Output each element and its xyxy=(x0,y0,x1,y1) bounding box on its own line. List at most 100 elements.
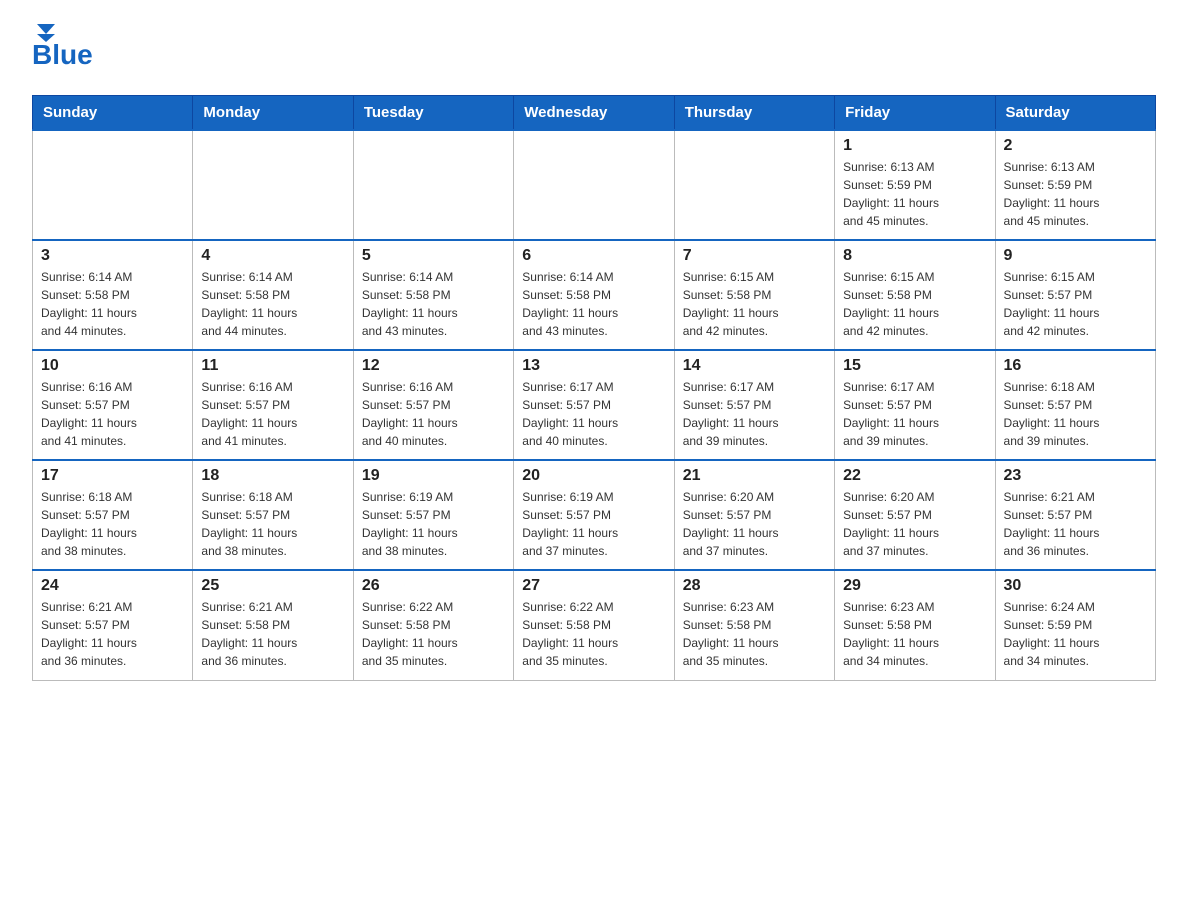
day-number: 17 xyxy=(41,467,184,485)
day-info: Sunrise: 6:15 AM Sunset: 5:58 PM Dayligh… xyxy=(683,270,779,338)
day-info: Sunrise: 6:19 AM Sunset: 5:57 PM Dayligh… xyxy=(362,490,458,558)
day-info: Sunrise: 6:20 AM Sunset: 5:57 PM Dayligh… xyxy=(683,490,779,558)
calendar-cell xyxy=(193,130,353,240)
day-number: 25 xyxy=(201,577,344,595)
day-info: Sunrise: 6:17 AM Sunset: 5:57 PM Dayligh… xyxy=(683,380,779,448)
day-info: Sunrise: 6:24 AM Sunset: 5:59 PM Dayligh… xyxy=(1004,600,1100,668)
calendar-cell xyxy=(33,130,193,240)
day-number: 10 xyxy=(41,357,184,375)
day-number: 21 xyxy=(683,467,826,485)
weekday-header-sunday: Sunday xyxy=(33,96,193,131)
day-info: Sunrise: 6:14 AM Sunset: 5:58 PM Dayligh… xyxy=(201,270,297,338)
day-number: 15 xyxy=(843,357,986,375)
day-info: Sunrise: 6:15 AM Sunset: 5:58 PM Dayligh… xyxy=(843,270,939,338)
day-number: 3 xyxy=(41,247,184,265)
day-info: Sunrise: 6:15 AM Sunset: 5:57 PM Dayligh… xyxy=(1004,270,1100,338)
calendar-cell: 4Sunrise: 6:14 AM Sunset: 5:58 PM Daylig… xyxy=(193,240,353,350)
week-row-3: 10 Sunrise: 6:16 AM Sunset: 5:57 PM Dayli… xyxy=(33,350,1156,460)
day-number: 14 xyxy=(683,357,826,375)
logo-area: Blue xyxy=(32,24,93,71)
day-number: 1 xyxy=(843,137,986,155)
weekday-header-wednesday: Wednesday xyxy=(514,96,674,131)
day-info: Sunrise: 6:17 AM Sunset: 5:57 PM Dayligh… xyxy=(522,380,618,448)
calendar-cell: 29 Sunrise: 6:23 AM Sunset: 5:58 PM Dayli… xyxy=(835,570,995,680)
weekday-header-thursday: Thursday xyxy=(674,96,834,131)
weekday-header-monday: Monday xyxy=(193,96,353,131)
day-number: 12 xyxy=(362,357,505,375)
day-info: Sunrise: 6:16 AM Sunset: 5:57 PM Dayligh… xyxy=(362,380,458,448)
day-number: 23 xyxy=(1004,467,1147,485)
day-info: Sunrise: 6:18 AM Sunset: 5:57 PM Dayligh… xyxy=(1004,380,1100,448)
day-info: Sunrise: 6:20 AM Sunset: 5:57 PM Dayligh… xyxy=(843,490,939,558)
day-info: Sunrise: 6:23 AM Sunset: 5:58 PM Dayligh… xyxy=(683,600,779,668)
calendar-cell: 21 Sunrise: 6:20 AM Sunset: 5:57 PM Dayli… xyxy=(674,460,834,570)
day-info: Sunrise: 6:21 AM Sunset: 5:57 PM Dayligh… xyxy=(1004,490,1100,558)
calendar-cell: 30 Sunrise: 6:24 AM Sunset: 5:59 PM Dayli… xyxy=(995,570,1155,680)
calendar-table: SundayMondayTuesdayWednesdayThursdayFrid… xyxy=(32,95,1156,681)
calendar-cell xyxy=(674,130,834,240)
calendar-cell: 9Sunrise: 6:15 AM Sunset: 5:57 PM Daylig… xyxy=(995,240,1155,350)
day-number: 20 xyxy=(522,467,665,485)
day-info: Sunrise: 6:14 AM Sunset: 5:58 PM Dayligh… xyxy=(362,270,458,338)
calendar-cell: 14 Sunrise: 6:17 AM Sunset: 5:57 PM Dayli… xyxy=(674,350,834,460)
day-number: 22 xyxy=(843,467,986,485)
calendar-cell: 3 Sunrise: 6:14 AM Sunset: 5:58 PM Daylig… xyxy=(33,240,193,350)
day-info: Sunrise: 6:13 AM Sunset: 5:59 PM Dayligh… xyxy=(843,160,939,228)
day-info: Sunrise: 6:14 AM Sunset: 5:58 PM Dayligh… xyxy=(41,270,137,338)
day-number: 29 xyxy=(843,577,986,595)
calendar-cell: 23 Sunrise: 6:21 AM Sunset: 5:57 PM Dayli… xyxy=(995,460,1155,570)
calendar-cell: 10 Sunrise: 6:16 AM Sunset: 5:57 PM Dayli… xyxy=(33,350,193,460)
day-number: 8 xyxy=(843,247,986,265)
day-number: 18 xyxy=(201,467,344,485)
logo-sub-text: Blue xyxy=(32,39,93,71)
calendar-cell: 8 Sunrise: 6:15 AM Sunset: 5:58 PM Daylig… xyxy=(835,240,995,350)
calendar-cell: 28 Sunrise: 6:23 AM Sunset: 5:58 PM Dayli… xyxy=(674,570,834,680)
weekday-header-row: SundayMondayTuesdayWednesdayThursdayFrid… xyxy=(33,96,1156,131)
weekday-header-friday: Friday xyxy=(835,96,995,131)
calendar-cell: 2 Sunrise: 6:13 AM Sunset: 5:59 PM Daylig… xyxy=(995,130,1155,240)
day-info: Sunrise: 6:16 AM Sunset: 5:57 PM Dayligh… xyxy=(41,380,137,448)
day-number: 19 xyxy=(362,467,505,485)
day-number: 28 xyxy=(683,577,826,595)
day-number: 16 xyxy=(1004,357,1147,375)
header: Blue xyxy=(32,24,1156,71)
week-row-5: 24Sunrise: 6:21 AM Sunset: 5:57 PM Dayli… xyxy=(33,570,1156,680)
calendar-cell: 1 Sunrise: 6:13 AM Sunset: 5:59 PM Daylig… xyxy=(835,130,995,240)
day-number: 30 xyxy=(1004,577,1147,595)
calendar-cell: 22 Sunrise: 6:20 AM Sunset: 5:57 PM Dayli… xyxy=(835,460,995,570)
day-info: Sunrise: 6:23 AM Sunset: 5:58 PM Dayligh… xyxy=(843,600,939,668)
day-info: Sunrise: 6:16 AM Sunset: 5:57 PM Dayligh… xyxy=(201,380,297,448)
calendar-cell: 24Sunrise: 6:21 AM Sunset: 5:57 PM Dayli… xyxy=(33,570,193,680)
week-row-1: 1 Sunrise: 6:13 AM Sunset: 5:59 PM Daylig… xyxy=(33,130,1156,240)
day-info: Sunrise: 6:21 AM Sunset: 5:58 PM Dayligh… xyxy=(201,600,297,668)
day-info: Sunrise: 6:13 AM Sunset: 5:59 PM Dayligh… xyxy=(1004,160,1100,228)
day-info: Sunrise: 6:22 AM Sunset: 5:58 PM Dayligh… xyxy=(522,600,618,668)
calendar-cell: 11 Sunrise: 6:16 AM Sunset: 5:57 PM Dayli… xyxy=(193,350,353,460)
day-info: Sunrise: 6:18 AM Sunset: 5:57 PM Dayligh… xyxy=(201,490,297,558)
day-info: Sunrise: 6:22 AM Sunset: 5:58 PM Dayligh… xyxy=(362,600,458,668)
calendar-cell xyxy=(353,130,513,240)
day-number: 2 xyxy=(1004,137,1147,155)
calendar-cell: 5 Sunrise: 6:14 AM Sunset: 5:58 PM Daylig… xyxy=(353,240,513,350)
calendar-cell: 7Sunrise: 6:15 AM Sunset: 5:58 PM Daylig… xyxy=(674,240,834,350)
calendar-cell: 19 Sunrise: 6:19 AM Sunset: 5:57 PM Dayli… xyxy=(353,460,513,570)
calendar-cell xyxy=(514,130,674,240)
calendar-cell: 13 Sunrise: 6:17 AM Sunset: 5:57 PM Dayli… xyxy=(514,350,674,460)
calendar-cell: 27 Sunrise: 6:22 AM Sunset: 5:58 PM Dayli… xyxy=(514,570,674,680)
day-number: 27 xyxy=(522,577,665,595)
day-number: 26 xyxy=(362,577,505,595)
week-row-4: 17 Sunrise: 6:18 AM Sunset: 5:57 PM Dayli… xyxy=(33,460,1156,570)
weekday-header-saturday: Saturday xyxy=(995,96,1155,131)
calendar-cell: 16 Sunrise: 6:18 AM Sunset: 5:57 PM Dayli… xyxy=(995,350,1155,460)
calendar-cell: 18 Sunrise: 6:18 AM Sunset: 5:57 PM Dayli… xyxy=(193,460,353,570)
day-number: 13 xyxy=(522,357,665,375)
day-number: 5 xyxy=(362,247,505,265)
day-number: 11 xyxy=(201,357,344,375)
calendar-cell: 26 Sunrise: 6:22 AM Sunset: 5:58 PM Dayli… xyxy=(353,570,513,680)
week-row-2: 3 Sunrise: 6:14 AM Sunset: 5:58 PM Daylig… xyxy=(33,240,1156,350)
calendar-cell: 25 Sunrise: 6:21 AM Sunset: 5:58 PM Dayli… xyxy=(193,570,353,680)
day-info: Sunrise: 6:14 AM Sunset: 5:58 PM Dayligh… xyxy=(522,270,618,338)
calendar-cell: 12 Sunrise: 6:16 AM Sunset: 5:57 PM Dayli… xyxy=(353,350,513,460)
day-info: Sunrise: 6:17 AM Sunset: 5:57 PM Dayligh… xyxy=(843,380,939,448)
calendar-cell: 20Sunrise: 6:19 AM Sunset: 5:57 PM Dayli… xyxy=(514,460,674,570)
